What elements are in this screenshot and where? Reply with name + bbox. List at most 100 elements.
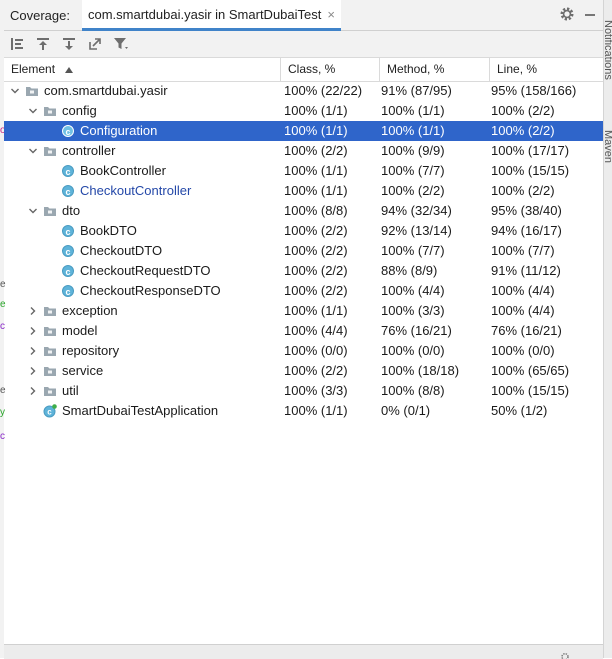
class-coverage-cell: 100% (1/1) [284, 183, 348, 198]
method-coverage-cell: 92% (13/14) [381, 223, 452, 238]
table-row[interactable]: c BookDTO 100% (2/2) 92% (13/14) 94% (16/17) [4, 221, 603, 241]
element-cell: controller [27, 141, 115, 161]
column-header-element[interactable]: Element [4, 58, 280, 81]
line-coverage-cell: 76% (16/21) [491, 323, 562, 338]
package-folder-icon [43, 204, 57, 218]
class-coverage-cell: 100% (1/1) [284, 103, 348, 118]
svg-text:c: c [47, 408, 52, 417]
package-name: repository [62, 343, 120, 358]
class-coverage-cell: 100% (22/22) [284, 83, 363, 98]
method-coverage-cell: 100% (1/1) [381, 103, 445, 118]
chevron-right-icon[interactable] [27, 365, 39, 377]
table-row[interactable]: dto 100% (8/8) 94% (32/34) 95% (38/40) [4, 201, 603, 221]
table-row[interactable]: model 100% (4/4) 76% (16/21) 76% (16/21) [4, 321, 603, 341]
class-name: BookDTO [80, 223, 137, 238]
method-coverage-cell: 76% (16/21) [381, 323, 452, 338]
element-cell: exception [27, 301, 118, 321]
column-header-method[interactable]: Method, % [379, 58, 489, 81]
chevron-right-icon[interactable] [27, 325, 39, 337]
element-cell: c Configuration [45, 121, 157, 141]
element-cell: c CheckoutController [45, 181, 191, 201]
class-coverage-cell: 100% (2/2) [284, 223, 348, 238]
package-name: dto [62, 203, 81, 218]
column-header-label: Method, % [387, 62, 445, 76]
table-row[interactable]: exception 100% (1/1) 100% (3/3) 100% (4/4) [4, 301, 603, 321]
line-coverage-cell: 91% (11/12) [491, 263, 561, 278]
package-name: config [62, 103, 97, 118]
element-cell: c BookDTO [45, 221, 137, 241]
line-coverage-cell: 50% (1/2) [491, 403, 548, 418]
table-row[interactable]: service 100% (2/2) 100% (18/18) 100% (65/65… [4, 361, 603, 381]
package-folder-icon [43, 364, 57, 378]
class-name: CheckoutRequestDTO [80, 263, 211, 278]
notifications-tool-label[interactable]: Notifications [604, 20, 612, 80]
line-coverage-cell: 100% (2/2) [491, 103, 555, 118]
tab-coverage-suite[interactable]: com.smartdubai.yasir in SmartDubaiTest × [82, 0, 341, 31]
method-coverage-cell: 100% (18/18) [381, 363, 460, 378]
method-coverage-cell: 100% (7/7) [381, 243, 445, 258]
chevron-down-icon[interactable] [27, 205, 39, 217]
package-folder-icon [43, 104, 57, 118]
line-coverage-cell: 100% (65/65) [491, 363, 570, 378]
class-coverage-cell: 100% (1/1) [284, 163, 348, 178]
coverage-tree-table: com.smartdubai.yasir 100% (22/22) 91% (87/… [4, 81, 603, 421]
chevron-right-icon[interactable] [27, 345, 39, 357]
table-row[interactable]: c CheckoutDTO 100% (2/2) 100% (7/7) 100% (7/… [4, 241, 603, 261]
line-coverage-cell: 100% (4/4) [491, 283, 555, 298]
table-row[interactable]: c SmartDubaiTestApplication 100% (1/1) 0% (… [4, 401, 603, 421]
element-cell: c CheckoutDTO [45, 241, 162, 261]
method-coverage-cell: 100% (2/2) [381, 183, 445, 198]
minimize-icon[interactable] [585, 14, 595, 16]
column-header-class[interactable]: Class, % [280, 58, 379, 81]
go-to-parent-icon [37, 38, 49, 50]
chevron-right-icon[interactable] [27, 305, 39, 317]
table-row[interactable]: c Configuration 100% (1/1) 100% (1/1) 100% (… [4, 121, 603, 141]
table-row[interactable]: repository 100% (0/0) 100% (0/0) 100% (0/0) [4, 341, 603, 361]
flatten-packages-button[interactable] [4, 32, 30, 56]
coverage-toolbar [4, 31, 603, 57]
method-coverage-cell: 100% (9/9) [381, 143, 445, 158]
go-to-child-button[interactable] [56, 32, 82, 56]
package-folder-icon [43, 144, 57, 158]
table-row[interactable]: config 100% (1/1) 100% (1/1) 100% (2/2) [4, 101, 603, 121]
class-coverage-cell: 100% (8/8) [284, 203, 348, 218]
tool-window-title: Coverage: [10, 8, 70, 23]
class-coverage-cell: 100% (2/2) [284, 283, 348, 298]
class-coverage-cell: 100% (0/0) [284, 343, 348, 358]
method-coverage-cell: 100% (1/1) [381, 123, 445, 138]
chevron-down-icon[interactable] [9, 85, 21, 97]
table-row[interactable]: controller 100% (2/2) 100% (9/9) 100% (17/1… [4, 141, 603, 161]
go-to-child-icon [63, 38, 75, 50]
go-to-parent-button[interactable] [30, 32, 56, 56]
line-coverage-cell: 100% (4/4) [491, 303, 555, 318]
maven-tool-label[interactable]: Maven [604, 130, 612, 163]
table-row[interactable]: util 100% (3/3) 100% (8/8) 100% (15/15) [4, 381, 603, 401]
table-row[interactable]: c CheckoutRequestDTO 100% (2/2) 88% (8/9) 91… [4, 261, 603, 281]
filter-button[interactable] [108, 32, 134, 56]
class-icon: c [61, 124, 75, 138]
table-row[interactable]: c CheckoutController 100% (1/1) 100% (2/2) 1… [4, 181, 603, 201]
line-coverage-cell: 95% (158/166) [491, 83, 577, 98]
column-header-label: Class, % [288, 62, 336, 76]
table-row[interactable]: com.smartdubai.yasir 100% (22/22) 91% (87/… [4, 81, 603, 101]
table-row[interactable]: c CheckoutResponseDTO 100% (2/2) 100% (4/4)… [4, 281, 603, 301]
class-coverage-cell: 100% (2/2) [284, 363, 348, 378]
table-row[interactable]: c BookController 100% (1/1) 100% (7/7) 100% … [4, 161, 603, 181]
line-coverage-cell: 100% (15/15) [491, 383, 570, 398]
flatten-packages-icon [11, 38, 23, 50]
bottom-status-bar [4, 644, 603, 659]
chevron-right-icon[interactable] [27, 385, 39, 397]
close-icon[interactable]: × [327, 7, 335, 22]
chevron-down-icon[interactable] [27, 145, 39, 157]
chevron-down-icon[interactable] [27, 105, 39, 117]
gear-icon[interactable] [559, 6, 575, 22]
element-cell: util [27, 381, 79, 401]
element-cell: model [27, 321, 97, 341]
column-header-line[interactable]: Line, % [489, 58, 603, 81]
method-coverage-cell: 0% (0/1) [381, 403, 431, 418]
export-report-button[interactable] [82, 32, 108, 56]
